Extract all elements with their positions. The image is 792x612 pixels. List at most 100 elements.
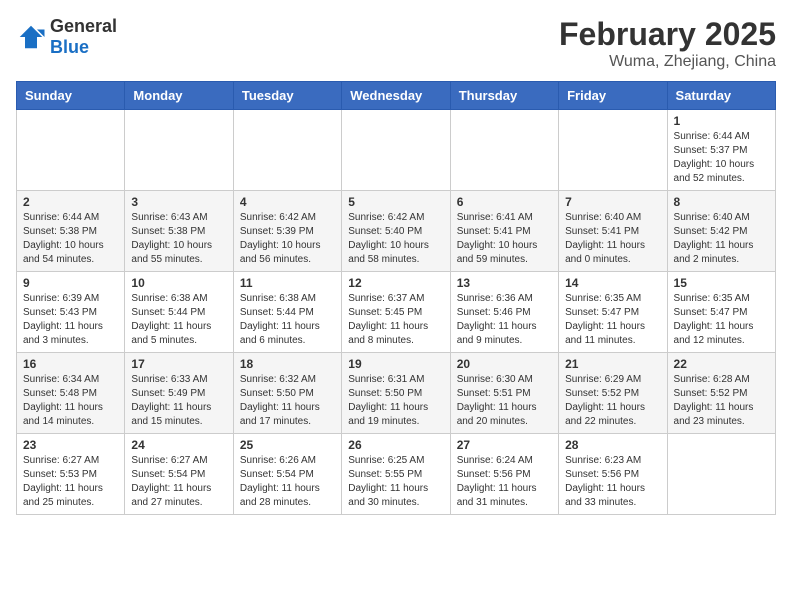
logo-general-text: General bbox=[50, 16, 117, 36]
day-number: 11 bbox=[240, 276, 335, 290]
calendar-cell bbox=[342, 110, 450, 191]
day-info: Sunrise: 6:40 AM Sunset: 5:42 PM Dayligh… bbox=[674, 211, 769, 267]
weekday-header-friday: Friday bbox=[559, 82, 667, 110]
day-number: 26 bbox=[348, 438, 443, 452]
day-info: Sunrise: 6:31 AM Sunset: 5:50 PM Dayligh… bbox=[348, 373, 443, 429]
calendar-cell: 13 Sunrise: 6:36 AM Sunset: 5:46 PM Dayli… bbox=[450, 272, 558, 353]
week-row-4: 16 Sunrise: 6:34 AM Sunset: 5:48 PM Dayli… bbox=[17, 353, 776, 434]
day-number: 21 bbox=[565, 357, 660, 371]
weekday-header-row: SundayMondayTuesdayWednesdayThursdayFrid… bbox=[17, 82, 776, 110]
day-number: 4 bbox=[240, 195, 335, 209]
title-area: February 2025 Wuma, Zhejiang, China bbox=[559, 16, 776, 71]
day-info: Sunrise: 6:40 AM Sunset: 5:41 PM Dayligh… bbox=[565, 211, 660, 267]
week-row-1: 1 Sunrise: 6:44 AM Sunset: 5:37 PM Daylig… bbox=[17, 110, 776, 191]
calendar-cell: 16 Sunrise: 6:34 AM Sunset: 5:48 PM Dayli… bbox=[17, 353, 125, 434]
calendar-cell: 26 Sunrise: 6:25 AM Sunset: 5:55 PM Dayli… bbox=[342, 434, 450, 515]
day-number: 25 bbox=[240, 438, 335, 452]
calendar-cell: 11Sunrise: 6:38 AM Sunset: 5:44 PM Dayli… bbox=[233, 272, 341, 353]
day-info: Sunrise: 6:42 AM Sunset: 5:39 PM Dayligh… bbox=[240, 211, 335, 267]
day-number: 8 bbox=[674, 195, 769, 209]
calendar-title: February 2025 bbox=[559, 16, 776, 53]
calendar-cell: 9 Sunrise: 6:39 AM Sunset: 5:43 PM Daylig… bbox=[17, 272, 125, 353]
day-info: Sunrise: 6:27 AM Sunset: 5:54 PM Dayligh… bbox=[131, 454, 226, 510]
day-number: 19 bbox=[348, 357, 443, 371]
calendar-cell bbox=[17, 110, 125, 191]
logo-icon bbox=[16, 22, 46, 52]
calendar-cell bbox=[233, 110, 341, 191]
calendar-cell: 6 Sunrise: 6:41 AM Sunset: 5:41 PM Daylig… bbox=[450, 191, 558, 272]
calendar-cell: 27 Sunrise: 6:24 AM Sunset: 5:56 PM Dayli… bbox=[450, 434, 558, 515]
day-number: 1 bbox=[674, 114, 769, 128]
day-number: 18 bbox=[240, 357, 335, 371]
weekday-header-wednesday: Wednesday bbox=[342, 82, 450, 110]
calendar-cell: 21 Sunrise: 6:29 AM Sunset: 5:52 PM Dayli… bbox=[559, 353, 667, 434]
calendar-cell: 12 Sunrise: 6:37 AM Sunset: 5:45 PM Dayli… bbox=[342, 272, 450, 353]
day-info: Sunrise: 6:39 AM Sunset: 5:43 PM Dayligh… bbox=[23, 292, 118, 348]
day-number: 3 bbox=[131, 195, 226, 209]
calendar-cell: 25 Sunrise: 6:26 AM Sunset: 5:54 PM Dayli… bbox=[233, 434, 341, 515]
day-info: Sunrise: 6:29 AM Sunset: 5:52 PM Dayligh… bbox=[565, 373, 660, 429]
logo-blue-text: Blue bbox=[50, 37, 89, 57]
calendar-cell: 28 Sunrise: 6:23 AM Sunset: 5:56 PM Dayli… bbox=[559, 434, 667, 515]
calendar-cell: 2Sunrise: 6:44 AM Sunset: 5:38 PM Daylig… bbox=[17, 191, 125, 272]
day-number: 5 bbox=[348, 195, 443, 209]
day-number: 6 bbox=[457, 195, 552, 209]
calendar-cell: 19 Sunrise: 6:31 AM Sunset: 5:50 PM Dayli… bbox=[342, 353, 450, 434]
day-info: Sunrise: 6:35 AM Sunset: 5:47 PM Dayligh… bbox=[565, 292, 660, 348]
day-info: Sunrise: 6:25 AM Sunset: 5:55 PM Dayligh… bbox=[348, 454, 443, 510]
calendar-header: General Blue February 2025 Wuma, Zhejian… bbox=[16, 16, 776, 71]
calendar-cell: 10 Sunrise: 6:38 AM Sunset: 5:44 PM Dayli… bbox=[125, 272, 233, 353]
day-number: 7 bbox=[565, 195, 660, 209]
day-number: 27 bbox=[457, 438, 552, 452]
day-number: 14 bbox=[565, 276, 660, 290]
day-info: Sunrise: 6:30 AM Sunset: 5:51 PM Dayligh… bbox=[457, 373, 552, 429]
day-number: 20 bbox=[457, 357, 552, 371]
day-info: Sunrise: 6:44 AM Sunset: 5:37 PM Dayligh… bbox=[674, 130, 769, 186]
day-number: 28 bbox=[565, 438, 660, 452]
weekday-header-sunday: Sunday bbox=[17, 82, 125, 110]
week-row-2: 2Sunrise: 6:44 AM Sunset: 5:38 PM Daylig… bbox=[17, 191, 776, 272]
weekday-header-tuesday: Tuesday bbox=[233, 82, 341, 110]
day-number: 12 bbox=[348, 276, 443, 290]
day-info: Sunrise: 6:41 AM Sunset: 5:41 PM Dayligh… bbox=[457, 211, 552, 267]
calendar-cell bbox=[450, 110, 558, 191]
day-number: 13 bbox=[457, 276, 552, 290]
day-number: 22 bbox=[674, 357, 769, 371]
day-info: Sunrise: 6:44 AM Sunset: 5:38 PM Dayligh… bbox=[23, 211, 118, 267]
day-info: Sunrise: 6:36 AM Sunset: 5:46 PM Dayligh… bbox=[457, 292, 552, 348]
day-info: Sunrise: 6:42 AM Sunset: 5:40 PM Dayligh… bbox=[348, 211, 443, 267]
day-number: 10 bbox=[131, 276, 226, 290]
day-number: 16 bbox=[23, 357, 118, 371]
day-info: Sunrise: 6:28 AM Sunset: 5:52 PM Dayligh… bbox=[674, 373, 769, 429]
day-info: Sunrise: 6:34 AM Sunset: 5:48 PM Dayligh… bbox=[23, 373, 118, 429]
calendar-cell: 5 Sunrise: 6:42 AM Sunset: 5:40 PM Daylig… bbox=[342, 191, 450, 272]
logo: General Blue bbox=[16, 16, 117, 58]
day-number: 24 bbox=[131, 438, 226, 452]
weekday-header-monday: Monday bbox=[125, 82, 233, 110]
calendar-cell: 4 Sunrise: 6:42 AM Sunset: 5:39 PM Daylig… bbox=[233, 191, 341, 272]
weekday-header-thursday: Thursday bbox=[450, 82, 558, 110]
weekday-header-saturday: Saturday bbox=[667, 82, 775, 110]
calendar-cell bbox=[125, 110, 233, 191]
calendar-cell: 14 Sunrise: 6:35 AM Sunset: 5:47 PM Dayli… bbox=[559, 272, 667, 353]
calendar-cell: 1 Sunrise: 6:44 AM Sunset: 5:37 PM Daylig… bbox=[667, 110, 775, 191]
calendar-cell bbox=[667, 434, 775, 515]
day-info: Sunrise: 6:27 AM Sunset: 5:53 PM Dayligh… bbox=[23, 454, 118, 510]
day-info: Sunrise: 6:38 AM Sunset: 5:44 PM Dayligh… bbox=[131, 292, 226, 348]
day-info: Sunrise: 6:37 AM Sunset: 5:45 PM Dayligh… bbox=[348, 292, 443, 348]
day-number: 15 bbox=[674, 276, 769, 290]
calendar-table: SundayMondayTuesdayWednesdayThursdayFrid… bbox=[16, 81, 776, 515]
day-info: Sunrise: 6:33 AM Sunset: 5:49 PM Dayligh… bbox=[131, 373, 226, 429]
calendar-cell: 18Sunrise: 6:32 AM Sunset: 5:50 PM Dayli… bbox=[233, 353, 341, 434]
calendar-cell: 15 Sunrise: 6:35 AM Sunset: 5:47 PM Dayli… bbox=[667, 272, 775, 353]
day-info: Sunrise: 6:23 AM Sunset: 5:56 PM Dayligh… bbox=[565, 454, 660, 510]
calendar-subtitle: Wuma, Zhejiang, China bbox=[559, 53, 776, 71]
day-info: Sunrise: 6:26 AM Sunset: 5:54 PM Dayligh… bbox=[240, 454, 335, 510]
day-info: Sunrise: 6:35 AM Sunset: 5:47 PM Dayligh… bbox=[674, 292, 769, 348]
day-number: 9 bbox=[23, 276, 118, 290]
calendar-cell: 20 Sunrise: 6:30 AM Sunset: 5:51 PM Dayli… bbox=[450, 353, 558, 434]
week-row-3: 9 Sunrise: 6:39 AM Sunset: 5:43 PM Daylig… bbox=[17, 272, 776, 353]
day-info: Sunrise: 6:24 AM Sunset: 5:56 PM Dayligh… bbox=[457, 454, 552, 510]
day-number: 17 bbox=[131, 357, 226, 371]
calendar-cell: 24 Sunrise: 6:27 AM Sunset: 5:54 PM Dayli… bbox=[125, 434, 233, 515]
